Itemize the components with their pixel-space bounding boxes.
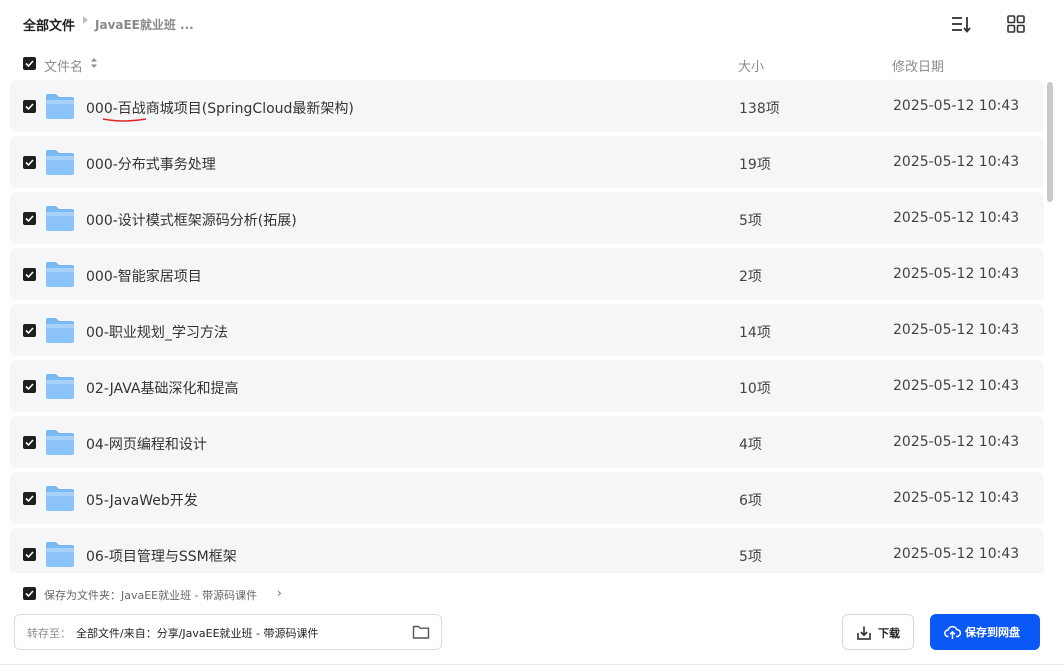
download-button[interactable]: 下载 (842, 614, 914, 650)
table-row[interactable]: 000-分布式事务处理 19项 2025-05-12 10:43 (10, 136, 1044, 188)
folder-icon (46, 374, 74, 399)
table-row[interactable]: 05-JavaWeb开发 6项 2025-05-12 10:43 (10, 472, 1044, 524)
header: 全部文件 JavaEE就业班 ... (0, 0, 1064, 48)
row-checkbox[interactable] (23, 268, 36, 281)
cloud-upload-icon (944, 625, 961, 639)
table-row[interactable]: 06-项目管理与SSM框架 5项 2025-05-12 10:43 (10, 528, 1044, 573)
file-modified-date: 2025-05-12 10:43 (893, 98, 1020, 114)
folder-icon (46, 318, 74, 343)
save-as-folder-checkbox[interactable] (23, 587, 36, 600)
download-icon (857, 626, 871, 640)
column-modified[interactable]: 修改日期 (892, 56, 944, 75)
save-as-folder-label: 保存为文件夹：JavaEE就业班 - 带源码课件 (44, 589, 258, 602)
row-checkbox[interactable] (23, 156, 36, 169)
save-destination-label: 转存至： (27, 627, 71, 640)
table-row[interactable]: 000-百战商城项目(SpringCloud最新架构) 138项 2025-05-1… (10, 80, 1044, 132)
file-size: 5项 (739, 549, 762, 565)
file-name[interactable]: 06-项目管理与SSM框架 (86, 546, 237, 566)
column-size[interactable]: 大小 (738, 56, 764, 75)
row-checkbox[interactable] (23, 324, 36, 337)
folder-icon (46, 94, 74, 119)
sort-arrows-icon[interactable] (90, 56, 98, 70)
file-size: 2项 (739, 269, 762, 285)
red-underline-annotation (102, 118, 147, 122)
row-checkbox[interactable] (23, 380, 36, 393)
table-row[interactable]: 000-智能家居项目 2项 2025-05-12 10:43 (10, 248, 1044, 300)
folder-outline-icon[interactable] (412, 624, 430, 640)
chevron-right-icon[interactable]: › (277, 586, 282, 600)
row-checkbox[interactable] (23, 436, 36, 449)
grid-view-icon[interactable] (1006, 14, 1026, 34)
file-name[interactable]: 00-职业规划_学习方法 (86, 322, 228, 342)
folder-icon (46, 542, 74, 567)
bottom-border (0, 664, 1064, 665)
folder-icon (46, 262, 74, 287)
file-modified-date: 2025-05-12 10:43 (893, 210, 1020, 226)
file-size: 6项 (739, 493, 762, 509)
file-size: 4项 (739, 437, 762, 453)
file-size: 14项 (739, 325, 771, 341)
file-modified-date: 2025-05-12 10:43 (893, 266, 1020, 282)
file-modified-date: 2025-05-12 10:43 (893, 322, 1020, 338)
file-modified-date: 2025-05-12 10:43 (893, 378, 1020, 394)
save-destination-path: 全部文件/来自：分享/JavaEE就业班 - 带源码课件 (76, 627, 319, 640)
save-as-folder-option[interactable]: 保存为文件夹：JavaEE就业班 - 带源码课件 › (0, 585, 600, 605)
breadcrumb-current: JavaEE就业班 ... (95, 18, 194, 32)
file-name[interactable]: 000-百战商城项目(SpringCloud最新架构) (86, 98, 354, 118)
file-modified-date: 2025-05-12 10:43 (893, 154, 1020, 170)
sort-list-icon[interactable] (951, 14, 971, 34)
folder-icon (46, 150, 74, 175)
file-size: 10项 (739, 381, 771, 397)
row-checkbox[interactable] (23, 100, 36, 113)
save-destination-picker[interactable]: 转存至： 全部文件/来自：分享/JavaEE就业班 - 带源码课件 (14, 614, 442, 650)
scrollbar-thumb[interactable] (1047, 82, 1053, 202)
file-name[interactable]: 000-设计模式框架源码分析(拓展) (86, 210, 297, 230)
select-all-checkbox[interactable] (23, 57, 36, 70)
breadcrumb-root[interactable]: 全部文件 (23, 15, 75, 34)
file-modified-date: 2025-05-12 10:43 (893, 546, 1020, 562)
table-row[interactable]: 00-职业规划_学习方法 14项 2025-05-12 10:43 (10, 304, 1044, 356)
file-size: 138项 (739, 101, 780, 117)
file-name[interactable]: 05-JavaWeb开发 (86, 490, 198, 510)
breadcrumb-separator-icon (83, 16, 88, 24)
column-header: 文件名 大小 修改日期 (0, 50, 1064, 78)
file-list: 000-百战商城项目(SpringCloud最新架构) 138项 2025-05-1… (10, 80, 1044, 573)
table-row[interactable]: 02-JAVA基础深化和提高 10项 2025-05-12 10:43 (10, 360, 1044, 412)
download-label: 下载 (878, 627, 900, 640)
file-name[interactable]: 000-分布式事务处理 (86, 154, 216, 174)
column-name[interactable]: 文件名 (44, 56, 83, 75)
folder-icon (46, 486, 74, 511)
row-checkbox[interactable] (23, 212, 36, 225)
file-modified-date: 2025-05-12 10:43 (893, 490, 1020, 506)
table-row[interactable]: 04-网页编程和设计 4项 2025-05-12 10:43 (10, 416, 1044, 468)
file-name[interactable]: 000-智能家居项目 (86, 266, 202, 286)
file-modified-date: 2025-05-12 10:43 (893, 434, 1020, 450)
row-checkbox[interactable] (23, 548, 36, 561)
file-name[interactable]: 02-JAVA基础深化和提高 (86, 378, 238, 398)
save-to-drive-label: 保存到网盘 (965, 626, 1020, 639)
file-size: 19项 (739, 157, 771, 173)
save-to-drive-button[interactable]: 保存到网盘 (930, 614, 1040, 650)
table-row[interactable]: 000-设计模式框架源码分析(拓展) 5项 2025-05-12 10:43 (10, 192, 1044, 244)
row-checkbox[interactable] (23, 492, 36, 505)
file-name[interactable]: 04-网页编程和设计 (86, 434, 207, 454)
folder-icon (46, 206, 74, 231)
file-size: 5项 (739, 213, 762, 229)
folder-icon (46, 430, 74, 455)
